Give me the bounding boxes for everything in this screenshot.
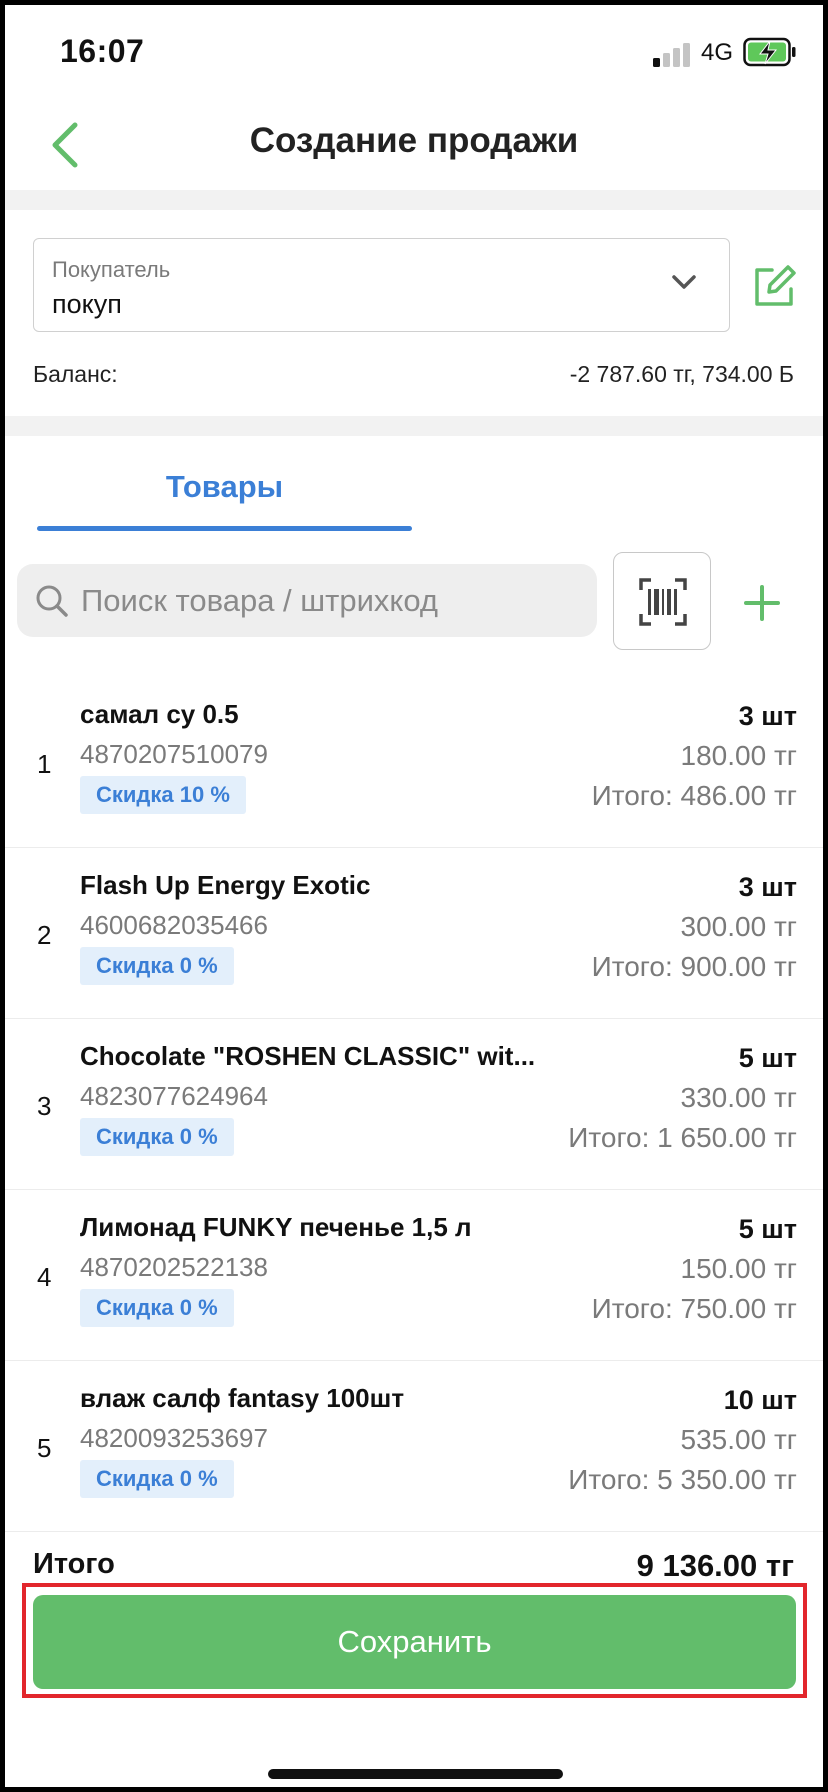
item-barcode: 4823077624964 xyxy=(80,1081,268,1111)
signal-icon xyxy=(653,39,695,67)
discount-badge: Скидка 0 % xyxy=(80,1118,234,1156)
item-total: Итого: 1 650.00 тг xyxy=(568,1122,797,1153)
item-quantity: 10 шт xyxy=(723,1385,797,1415)
section-divider xyxy=(5,190,823,210)
total-label: Итого xyxy=(33,1548,115,1580)
item-index: 1 xyxy=(37,749,52,779)
item-quantity: 3 шт xyxy=(738,701,797,731)
item-total: Итого: 486.00 тг xyxy=(591,780,797,811)
item-barcode: 4820093253697 xyxy=(80,1423,268,1453)
network-label: 4G xyxy=(701,39,734,66)
app-screen: 16:07 4G Создание продажи Покупатель пок… xyxy=(5,5,823,1787)
item-name: самал су 0.5 xyxy=(80,699,239,729)
customer-label: Покупатель xyxy=(52,257,171,282)
list-item[interactable]: 3 Chocolate "ROSHEN CLASSIC" wit... 4823… xyxy=(5,1019,823,1190)
customer-select[interactable]: Покупатель покуп xyxy=(33,238,730,332)
discount-badge: Скидка 10 % xyxy=(80,776,246,814)
balance-label: Баланс: xyxy=(33,361,118,387)
list-item[interactable]: 5 влаж салф fantasy 100шт 4820093253697 … xyxy=(5,1361,823,1532)
item-price: 150.00 тг xyxy=(680,1253,797,1284)
list-item[interactable]: 2 Flash Up Energy Exotic 4600682035466 С… xyxy=(5,848,823,1019)
item-name: влаж салф fantasy 100шт xyxy=(80,1383,405,1413)
page-title: Создание продажи xyxy=(249,121,579,160)
barcode-scan-button[interactable] xyxy=(613,552,711,650)
item-total: Итого: 900.00 тг xyxy=(591,951,797,982)
item-index: 2 xyxy=(37,920,52,950)
item-name: Chocolate "ROSHEN CLASSIC" wit... xyxy=(80,1041,536,1071)
customer-value: покуп xyxy=(52,289,122,319)
item-index: 5 xyxy=(37,1433,52,1463)
item-price: 300.00 тг xyxy=(680,911,797,942)
edit-icon[interactable] xyxy=(750,263,798,311)
add-icon[interactable] xyxy=(742,583,782,623)
item-quantity: 3 шт xyxy=(738,872,797,902)
search-box xyxy=(17,564,597,637)
item-total: Итого: 750.00 тг xyxy=(591,1293,797,1324)
item-index: 3 xyxy=(37,1091,52,1121)
balance-value: -2 787.60 тг, 734.00 Б xyxy=(569,361,794,387)
item-name: Flash Up Energy Exotic xyxy=(80,870,371,900)
item-barcode: 4870202522138 xyxy=(80,1252,268,1282)
list-item[interactable]: 4 Лимонад FUNKY печенье 1,5 л 4870202522… xyxy=(5,1190,823,1361)
discount-badge: Скидка 0 % xyxy=(80,947,234,985)
battery-charging-icon xyxy=(743,37,796,67)
tab-active-indicator xyxy=(37,526,412,531)
section-divider xyxy=(5,416,823,436)
item-name: Лимонад FUNKY печенье 1,5 л xyxy=(80,1212,472,1242)
tab-label: Товары xyxy=(165,469,284,504)
search-icon xyxy=(36,585,68,617)
discount-badge: Скидка 0 % xyxy=(80,1460,234,1498)
save-button[interactable]: Сохранить xyxy=(33,1595,796,1689)
list-item[interactable]: 1 самал су 0.5 4870207510079 Скидка 10 %… xyxy=(5,677,823,848)
item-price: 180.00 тг xyxy=(680,740,797,771)
total-value: 9 136.00 тг xyxy=(636,1548,794,1583)
item-total: Итого: 5 350.00 тг xyxy=(568,1464,797,1495)
barcode-scan-icon xyxy=(639,578,687,626)
status-time: 16:07 xyxy=(60,33,145,69)
search-input[interactable] xyxy=(81,564,581,637)
home-indicator xyxy=(268,1769,563,1779)
discount-badge: Скидка 0 % xyxy=(80,1289,234,1327)
item-quantity: 5 шт xyxy=(738,1214,797,1244)
item-barcode: 4600682035466 xyxy=(80,910,268,940)
item-price: 535.00 тг xyxy=(680,1424,797,1455)
item-price: 330.00 тг xyxy=(680,1082,797,1113)
tab-products[interactable]: Товары xyxy=(37,445,412,531)
item-index: 4 xyxy=(37,1262,52,1292)
item-barcode: 4870207510079 xyxy=(80,739,268,769)
item-quantity: 5 шт xyxy=(738,1043,797,1073)
chevron-down-icon xyxy=(672,275,696,289)
